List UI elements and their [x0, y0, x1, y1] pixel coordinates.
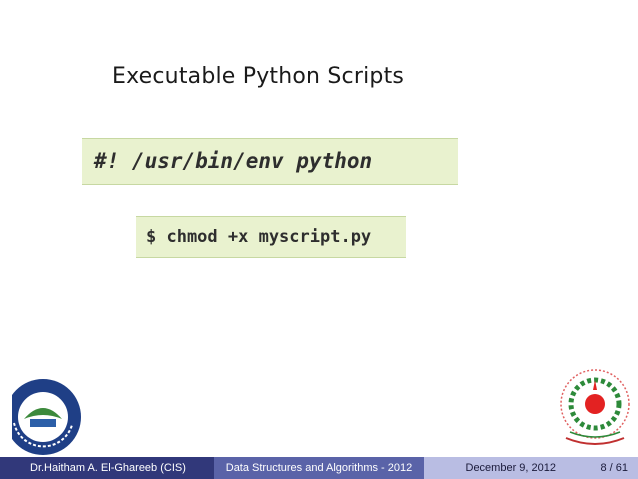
- footer-page-number: 8 / 61: [600, 462, 628, 474]
- chmod-code-block: $ chmod +x myscript.py: [136, 216, 406, 258]
- shebang-code-block: #! /usr/bin/env python: [82, 138, 458, 185]
- shebang-code: #! /usr/bin/env python: [94, 149, 373, 173]
- chmod-code: $ chmod +x myscript.py: [146, 227, 372, 247]
- footer-date-page: December 9, 2012 8 / 61: [424, 457, 638, 479]
- footer-date: December 9, 2012: [465, 462, 557, 474]
- footer-course-title: Data Structures and Algorithms - 2012: [214, 457, 424, 479]
- university-seal-icon: [560, 369, 630, 445]
- footer-author: Dr.Haitham A. El-Ghareeb (CIS): [0, 457, 214, 479]
- faculty-logo-icon: [0, 375, 81, 455]
- slide-title: Executable Python Scripts: [112, 64, 405, 89]
- slide-footer: Dr.Haitham A. El-Ghareeb (CIS) Data Stru…: [0, 457, 638, 479]
